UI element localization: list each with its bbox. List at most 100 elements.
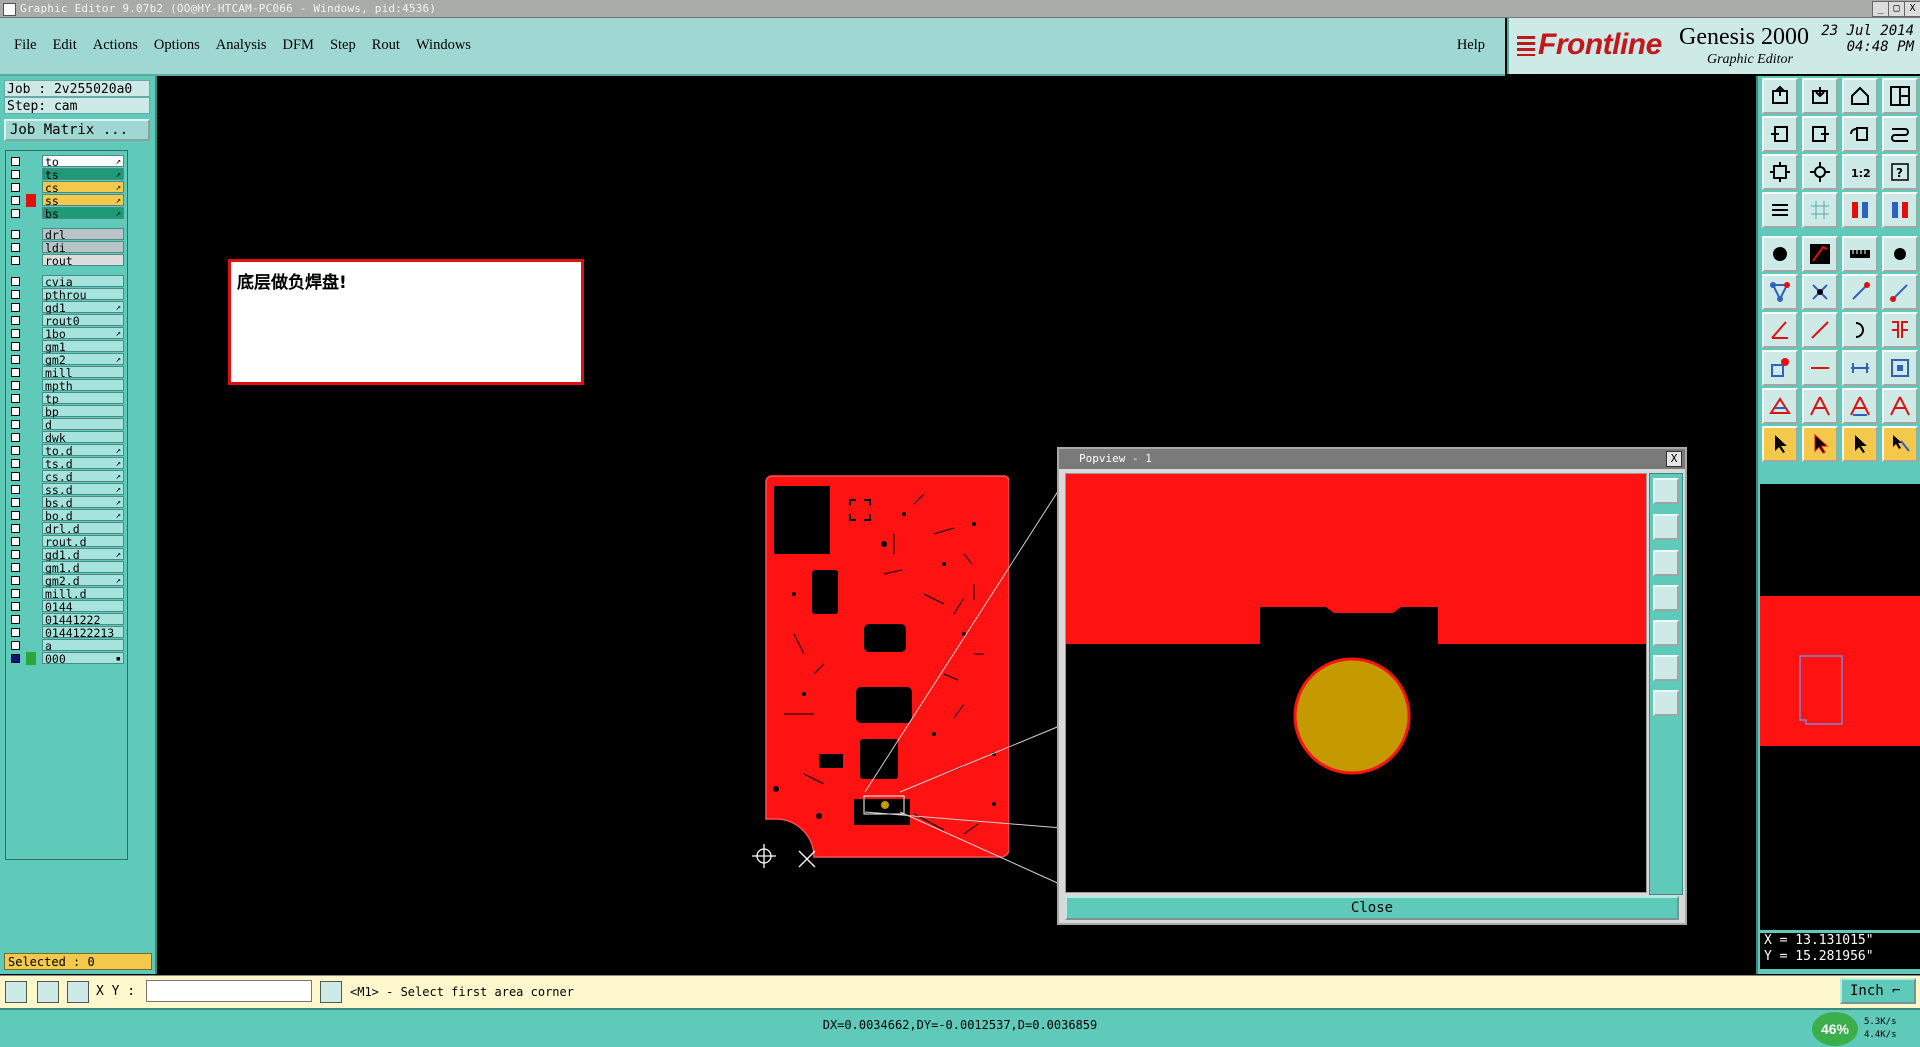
alert-icon[interactable] bbox=[320, 981, 342, 1003]
layer-name[interactable]: gm1.d bbox=[42, 561, 124, 574]
layer-checkbox[interactable] bbox=[11, 446, 20, 455]
round-pad-icon[interactable] bbox=[1882, 236, 1918, 272]
layer-checkbox[interactable] bbox=[11, 157, 20, 166]
cross-icon[interactable] bbox=[1802, 274, 1838, 310]
layer-name[interactable]: cs.d ↗ bbox=[42, 470, 124, 483]
layer-name[interactable]: rout0 bbox=[42, 314, 124, 327]
layer-row-drl[interactable]: drl bbox=[6, 228, 127, 241]
layer-checkbox[interactable] bbox=[11, 381, 20, 390]
text-a-2-icon[interactable] bbox=[1842, 388, 1878, 424]
open-job-button[interactable] bbox=[1762, 78, 1798, 114]
zoom-expand-icon[interactable] bbox=[1802, 154, 1838, 190]
layer-row-rout.d[interactable]: rout.d bbox=[6, 535, 127, 548]
layer-name[interactable]: mpth bbox=[42, 379, 124, 392]
unit-selector[interactable]: Inch ⌐ bbox=[1840, 978, 1916, 1004]
popview-zoom-view[interactable] bbox=[1065, 473, 1647, 893]
layer-checkbox[interactable] bbox=[11, 355, 20, 364]
layer-row-to.d[interactable]: to.d ↗ bbox=[6, 444, 127, 457]
menu-options[interactable]: Options bbox=[154, 37, 200, 54]
minimize-button[interactable]: _ bbox=[1872, 1, 1889, 17]
layer-row-gm2.d[interactable]: gm2.d ↗ bbox=[6, 574, 127, 587]
overview-minimap[interactable] bbox=[1760, 484, 1920, 930]
popview-pan-right-button[interactable] bbox=[1653, 620, 1679, 646]
layer-row-ss[interactable]: ss ↗ bbox=[6, 194, 127, 207]
layer-name[interactable]: cvia bbox=[42, 275, 124, 288]
layer-checkbox[interactable] bbox=[11, 628, 20, 637]
pointer-icon[interactable] bbox=[1762, 426, 1798, 462]
line-node-icon[interactable] bbox=[1842, 274, 1878, 310]
layer-name[interactable]: ss ↗ bbox=[42, 194, 124, 207]
pointer-edit-icon[interactable] bbox=[1842, 426, 1878, 462]
popview-center-button[interactable] bbox=[1653, 690, 1679, 716]
network-meter[interactable]: 46% bbox=[1812, 1012, 1858, 1046]
layer-row-ss.d[interactable]: ss.d ↗ bbox=[6, 483, 127, 496]
snap-grid-icon[interactable] bbox=[37, 981, 59, 1003]
layer-checkbox[interactable] bbox=[11, 563, 20, 572]
layer-name[interactable]: d bbox=[42, 418, 124, 431]
measure-icon[interactable] bbox=[1842, 350, 1878, 386]
layer-row-tp[interactable]: tp bbox=[6, 392, 127, 405]
layer-checkbox[interactable] bbox=[11, 277, 20, 286]
pan-left-icon[interactable] bbox=[1762, 116, 1798, 152]
layer-checkbox[interactable] bbox=[11, 230, 20, 239]
triangle-icon[interactable] bbox=[1762, 388, 1798, 424]
popview-zoom-in-button[interactable] bbox=[1653, 514, 1679, 540]
menu-rout[interactable]: Rout bbox=[372, 37, 400, 54]
menu-step[interactable]: Step bbox=[330, 37, 356, 54]
layer-checkbox[interactable] bbox=[11, 256, 20, 265]
layer-checkbox[interactable] bbox=[11, 316, 20, 325]
layer-row-bp[interactable]: bp bbox=[6, 405, 127, 418]
angle-icon[interactable] bbox=[1762, 312, 1798, 348]
layer-row-1bo[interactable]: 1bo ↗ bbox=[6, 327, 127, 340]
move-icon[interactable] bbox=[1882, 350, 1918, 386]
layer-name[interactable]: gm2 ↗ bbox=[42, 353, 124, 366]
layer-checkbox[interactable] bbox=[11, 472, 20, 481]
layer-stack-icon[interactable] bbox=[1762, 192, 1798, 228]
layer-name[interactable]: gd1.d ↗ bbox=[42, 548, 124, 561]
layer-checkbox[interactable] bbox=[11, 589, 20, 598]
menu-edit[interactable]: Edit bbox=[53, 37, 77, 54]
layer-checkbox[interactable] bbox=[11, 209, 20, 218]
layer-row-mpth[interactable]: mpth bbox=[6, 379, 127, 392]
layer-name[interactable]: bo.d ↗ bbox=[42, 509, 124, 522]
layer-name[interactable]: tp bbox=[42, 392, 124, 405]
layer-checkbox[interactable] bbox=[11, 459, 20, 468]
layer-name[interactable]: 0144 bbox=[42, 600, 124, 613]
layer-checkbox[interactable] bbox=[11, 303, 20, 312]
net-analysis-icon[interactable] bbox=[1882, 192, 1918, 228]
layer-row-gd1.d[interactable]: gd1.d ↗ bbox=[6, 548, 127, 561]
net-compare-icon[interactable] bbox=[1842, 192, 1878, 228]
help-question-icon[interactable]: ? bbox=[1882, 154, 1918, 190]
layer-checkbox[interactable] bbox=[11, 654, 20, 663]
layer-checkbox[interactable] bbox=[11, 420, 20, 429]
layer-name[interactable]: 000 ▪ bbox=[42, 652, 124, 665]
text-a-3-icon[interactable] bbox=[1882, 388, 1918, 424]
layer-checkbox[interactable] bbox=[11, 407, 20, 416]
layer-row-d[interactable]: d bbox=[6, 418, 127, 431]
layer-name[interactable]: rout bbox=[42, 254, 124, 267]
layer-row-0144122213[interactable]: 0144122213 bbox=[6, 626, 127, 639]
layer-name[interactable]: ts ↗ bbox=[42, 168, 124, 181]
layer-row-pthrou[interactable]: pthrou bbox=[6, 288, 127, 301]
menu-analysis[interactable]: Analysis bbox=[216, 37, 267, 54]
layer-row-to[interactable]: to ↗ bbox=[6, 155, 127, 168]
grid-icon[interactable] bbox=[1802, 192, 1838, 228]
layer-checkbox[interactable] bbox=[11, 602, 20, 611]
job-matrix-button[interactable]: Job Matrix ... bbox=[4, 119, 150, 141]
arc-icon[interactable] bbox=[1842, 312, 1878, 348]
layer-checkbox[interactable] bbox=[11, 498, 20, 507]
layer-name[interactable]: pthrou bbox=[42, 288, 124, 301]
layer-checkbox[interactable] bbox=[11, 524, 20, 533]
layer-row-rout0[interactable]: rout0 bbox=[6, 314, 127, 327]
snap-center-icon[interactable] bbox=[67, 981, 89, 1003]
add-pad-icon[interactable] bbox=[1762, 236, 1798, 272]
layer-name[interactable]: to.d ↗ bbox=[42, 444, 124, 457]
layer-name[interactable]: ldi bbox=[42, 241, 124, 254]
layer-checkbox[interactable] bbox=[11, 183, 20, 192]
popview-title-bar[interactable]: Popview - 1 X bbox=[1059, 449, 1685, 469]
layer-row-cs.d[interactable]: cs.d ↗ bbox=[6, 470, 127, 483]
add-surface-icon[interactable] bbox=[1802, 236, 1838, 272]
layer-name[interactable]: cs ↗ bbox=[42, 181, 124, 194]
layer-row-ts[interactable]: ts ↗ bbox=[6, 168, 127, 181]
layer-row-bs.d[interactable]: bs.d ↗ bbox=[6, 496, 127, 509]
